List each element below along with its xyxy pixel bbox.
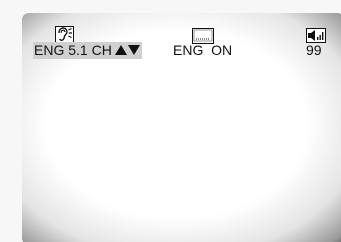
up-down-arrows-icon[interactable] [114,43,141,59]
tv-frame: ENG 5.1 CH ENG ON 99 [0,0,341,242]
ear-icon [55,26,74,43]
subtitle-state-value: ON [211,42,233,58]
speaker-volume-icon [306,28,326,43]
subtitle-setting[interactable]: ENG ON [173,42,232,58]
audio-language-selector[interactable]: ENG 5.1 CH [33,42,142,59]
subtitle-language-value: ENG [173,42,204,58]
volume-value: 99 [306,42,322,58]
audio-language-value: ENG 5.1 CH [34,42,112,58]
